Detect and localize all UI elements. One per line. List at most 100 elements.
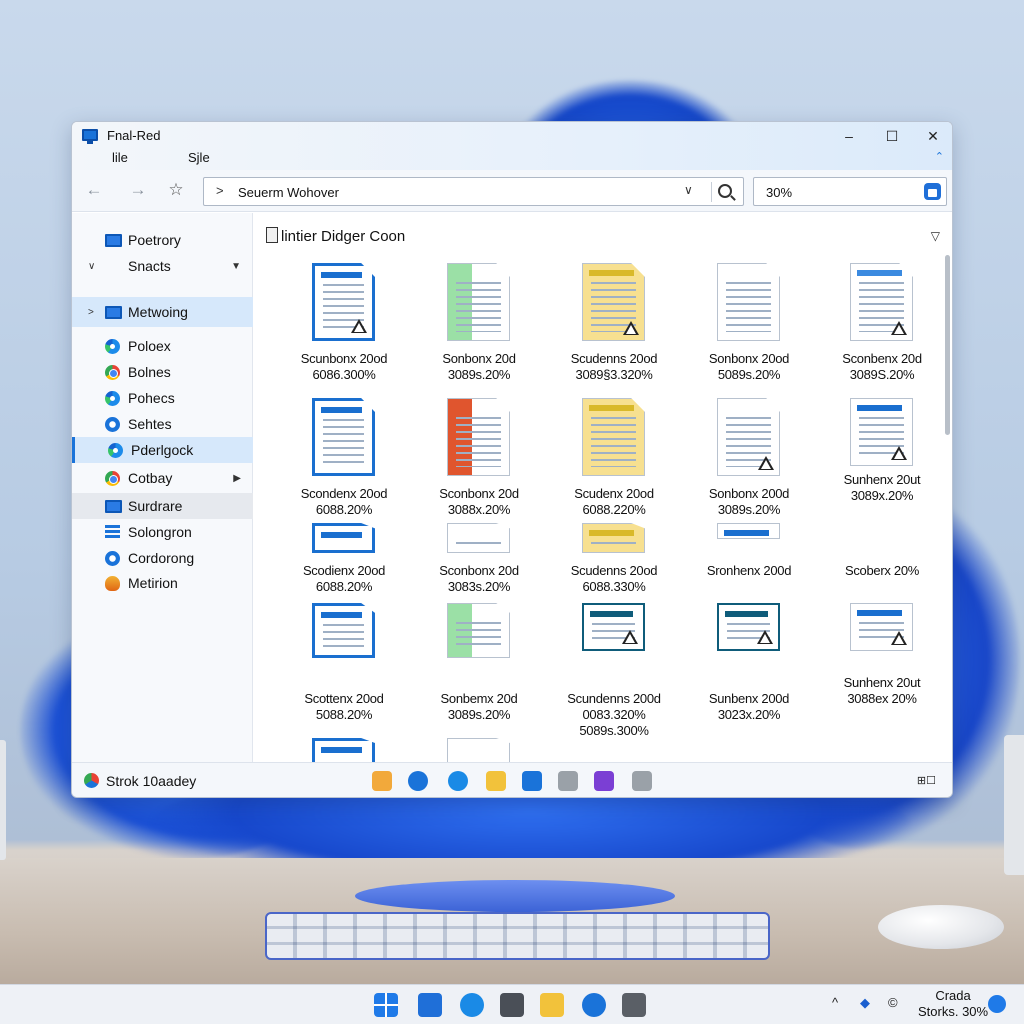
- monitor-icon: [105, 499, 122, 513]
- address-text: Seuerm Wohover: [238, 185, 339, 200]
- submenu-arrow-icon[interactable]: ▼: [231, 261, 241, 272]
- start-icon[interactable]: [374, 993, 398, 1017]
- sidebar-item-label: Surdrare: [128, 498, 183, 514]
- expand-ribbon-icon[interactable]: ⌃: [935, 150, 944, 163]
- menu-item-style[interactable]: Sjle: [188, 150, 210, 165]
- status-bar: Strok 10aadey ⊞☐: [72, 762, 952, 797]
- file-meta: 3083s.20%: [447, 579, 511, 594]
- file-name: Scudenns 20od: [570, 563, 658, 578]
- sidebar-item-9[interactable]: Cotbay ▶: [72, 465, 253, 491]
- lock-icon[interactable]: [558, 771, 578, 791]
- file-meta: 3089x.20%: [850, 488, 914, 503]
- navigation-toolbar: ← → ☆ > Seuerm Wohover ∨ 30%: [72, 170, 952, 212]
- maximize-button[interactable]: ☐: [877, 125, 907, 147]
- file-meta: 3089s.20%: [447, 707, 511, 722]
- zoom-field[interactable]: 30%: [753, 177, 947, 206]
- file-name: Scottenx 20od: [304, 691, 384, 706]
- sidebar-item-6[interactable]: Pohecs: [72, 385, 253, 411]
- network-icon[interactable]: ©: [888, 995, 898, 1010]
- notes-icon[interactable]: [500, 993, 524, 1017]
- file-meta: 3088ex 20%: [847, 691, 917, 706]
- sidebar-item-2[interactable]: ∨ Snacts ▼: [72, 253, 253, 279]
- menu-item-file[interactable]: lile: [112, 150, 128, 165]
- title-bar[interactable]: Fnal-Red lile Sjle – ☐ ✕ ⌃: [72, 122, 952, 170]
- sidebar-item-10[interactable]: Surdrare: [72, 493, 253, 519]
- edge-icon[interactable]: [448, 771, 468, 791]
- expand-arrow-icon[interactable]: ∨: [88, 261, 95, 272]
- forward-button[interactable]: →: [126, 178, 150, 202]
- file-meta: 3089S.20%: [849, 367, 915, 382]
- file-name: Sconbonx 20d: [439, 563, 519, 578]
- sidebar-item-4[interactable]: Poloex: [72, 333, 253, 359]
- vertical-scrollbar[interactable]: [945, 255, 950, 435]
- file-meta: 3089s.20%: [447, 367, 511, 382]
- file-meta: 5089s.20%: [717, 367, 781, 382]
- address-dropdown-icon[interactable]: ∨: [684, 183, 693, 197]
- sidebar-item-12[interactable]: Cordorong: [72, 545, 253, 571]
- store-icon[interactable]: [522, 771, 542, 791]
- folder-icon[interactable]: [372, 771, 392, 791]
- warning-icon: [351, 319, 367, 333]
- recycle-bin-icon[interactable]: [924, 183, 941, 200]
- notification-icon[interactable]: [988, 995, 1006, 1013]
- clock[interactable]: Crada Storks. 30%: [918, 988, 988, 1020]
- close-button[interactable]: ✕: [918, 125, 948, 147]
- folder-icon[interactable]: [486, 771, 506, 791]
- sidebar-item-label: Pohecs: [128, 390, 175, 406]
- sort-dropdown-icon[interactable]: ▽: [931, 229, 940, 243]
- warning-icon: [758, 456, 774, 470]
- sidebar-item-label: Cordorong: [128, 550, 195, 566]
- file-name: Scoberx 20%: [844, 563, 920, 578]
- document-icon: [312, 263, 375, 341]
- window-icon[interactable]: [418, 993, 442, 1017]
- lock-icon[interactable]: [632, 771, 652, 791]
- document-icon: [447, 263, 510, 341]
- expand-arrow-icon[interactable]: >: [88, 307, 94, 318]
- fire-icon: [105, 575, 120, 591]
- purple-icon[interactable]: [594, 771, 614, 791]
- file-name: Sonbemx 20d: [440, 691, 518, 706]
- camera-icon[interactable]: [622, 993, 646, 1017]
- address-bar[interactable]: > Seuerm Wohover ∨: [203, 177, 744, 206]
- breadcrumb-separator: >: [216, 183, 224, 198]
- pen-icon[interactable]: ◆: [860, 995, 870, 1011]
- minimize-button[interactable]: –: [834, 125, 864, 147]
- file-name: Sunhenx 20ut: [843, 675, 921, 690]
- edge-icon[interactable]: [408, 771, 428, 791]
- document-icon: [447, 398, 510, 476]
- submenu-arrow-icon[interactable]: ▶: [233, 473, 241, 484]
- tray-overflow-icon[interactable]: ^: [832, 995, 838, 1010]
- favorite-star-icon[interactable]: ☆: [164, 178, 188, 202]
- warning-icon: [757, 630, 773, 644]
- status-text: Strok 10aadey: [106, 773, 197, 789]
- edge-icon[interactable]: [582, 993, 606, 1017]
- zoom-value: 30%: [766, 185, 793, 200]
- back-button[interactable]: ←: [82, 178, 106, 202]
- folder-icon[interactable]: [540, 993, 564, 1017]
- file-meta: 5088.20%: [315, 707, 373, 722]
- sidebar-item-7[interactable]: Sehtes: [72, 411, 253, 437]
- clock-time: Crada: [935, 988, 971, 1003]
- file-name: Scondenx 20od: [300, 486, 388, 501]
- file-explorer-window: Fnal-Red lile Sjle – ☐ ✕ ⌃ ← → ☆ > Seuer…: [71, 121, 953, 798]
- sidebar-item-13[interactable]: Metirion: [72, 570, 253, 596]
- document-icon: [717, 523, 780, 539]
- mouse: [878, 905, 1004, 949]
- edge-icon[interactable]: [460, 993, 484, 1017]
- file-name: Sunhenx 20ut: [843, 472, 921, 487]
- file-meta: 6088.20%: [315, 579, 373, 594]
- file-name: Scodienx 20od: [302, 563, 386, 578]
- file-meta: 5089s.300%: [579, 723, 649, 738]
- file-meta: 6088.330%: [582, 579, 646, 594]
- sidebar-item-label: Cotbay: [128, 470, 173, 486]
- sidebar-item-5[interactable]: Bolnes: [72, 359, 253, 385]
- file-name: Sonbonx 20d: [442, 351, 516, 366]
- sidebar-item-3[interactable]: > Metwoing: [72, 297, 253, 327]
- file-meta: 6086.300%: [312, 367, 376, 382]
- view-toggle-icon[interactable]: ⊞☐: [917, 774, 936, 787]
- sidebar-item-8[interactable]: Pderlgock: [72, 437, 253, 463]
- search-icon[interactable]: [718, 184, 732, 198]
- file-meta: 3023x.20%: [717, 707, 781, 722]
- sidebar-item-11[interactable]: Solongron: [72, 519, 253, 545]
- sidebar-item-1[interactable]: Poetrory: [72, 227, 253, 253]
